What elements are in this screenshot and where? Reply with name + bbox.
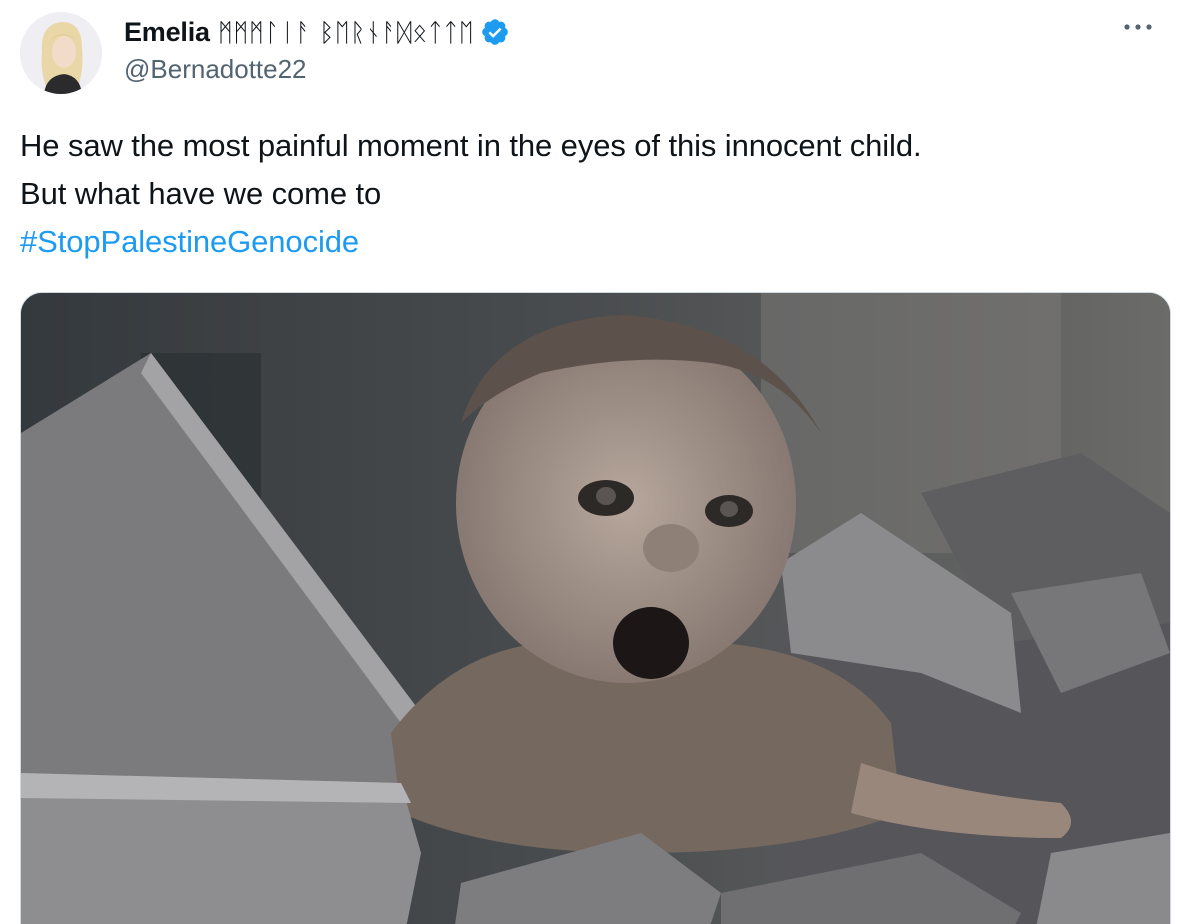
hashtag-link[interactable]: #StopPalestineGenocide	[20, 218, 359, 266]
verified-badge-icon[interactable]	[480, 17, 510, 47]
display-name[interactable]: Emelia	[124, 17, 210, 48]
tweet-card[interactable]: Emelia ᛗᛗᛗᛚᛁᚨ ᛒᛖᚱᚾᚨᛞᛟᛏᛏᛖ @Bernadotte22 H…	[0, 0, 1180, 924]
tweet-text-line-2: But what have we come to	[20, 176, 382, 211]
more-horizontal-icon	[1124, 24, 1152, 30]
user-handle[interactable]: @Bernadotte22	[124, 54, 1120, 85]
tweet-header: Emelia ᛗᛗᛗᛚᛁᚨ ᛒᛖᚱᚾᚨᛞᛟᛏᛏᛖ @Bernadotte22	[124, 12, 1120, 85]
profile-photo-icon	[20, 12, 102, 94]
tweet-text: He saw the most painful moment in the ey…	[20, 122, 1140, 266]
more-options-button[interactable]	[1118, 12, 1158, 42]
display-name-runes[interactable]: ᛗᛗᛗᛚᛁᚨ ᛒᛖᚱᚾᚨᛞᛟᛏᛏᛖ	[218, 18, 474, 47]
tweet-text-line-1: He saw the most painful moment in the ey…	[20, 128, 922, 163]
tweet-media-photo[interactable]	[20, 292, 1171, 924]
photo-baby-in-rubble-icon	[21, 293, 1170, 924]
name-row: Emelia ᛗᛗᛗᛚᛁᚨ ᛒᛖᚱᚾᚨᛞᛟᛏᛏᛖ	[124, 12, 1120, 52]
avatar[interactable]	[20, 12, 102, 94]
